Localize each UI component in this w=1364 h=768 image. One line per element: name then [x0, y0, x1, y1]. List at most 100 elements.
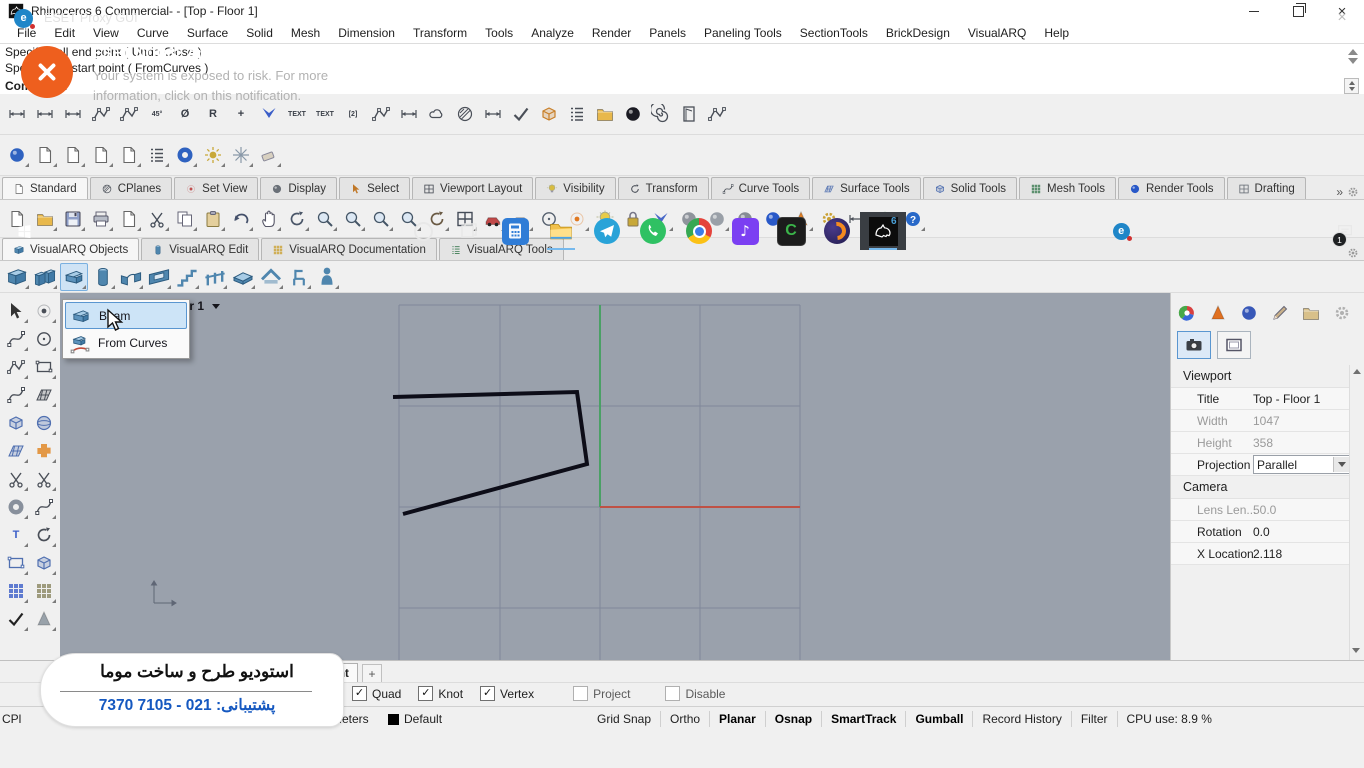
- leader-polyline-button[interactable]: [368, 101, 394, 127]
- command-spinner[interactable]: [1344, 78, 1359, 94]
- tab-render-tools[interactable]: Render Tools: [1118, 177, 1225, 199]
- layers-folder-icon[interactable]: [1301, 303, 1321, 323]
- status-grid-snap[interactable]: Grid Snap: [588, 711, 661, 727]
- hatch-button[interactable]: [452, 101, 478, 127]
- dim-aligned-button[interactable]: [32, 101, 58, 127]
- whatsapp-taskbar-button[interactable]: [630, 212, 676, 250]
- status-planar[interactable]: Planar: [710, 711, 766, 727]
- zoom-selected-button[interactable]: [368, 206, 394, 232]
- tag-blue-button[interactable]: [4, 142, 30, 168]
- notification-center-button[interactable]: 1: [1330, 212, 1360, 250]
- file-explorer-taskbar-button[interactable]: [538, 212, 584, 250]
- command-scrollbar[interactable]: [1346, 46, 1360, 76]
- text-tool-button[interactable]: T: [3, 522, 29, 548]
- dim-recenter-button[interactable]: [396, 101, 422, 127]
- blend-curve-button[interactable]: [31, 494, 57, 520]
- tag-arrow-button[interactable]: [60, 142, 86, 168]
- cortana-taskbar-button[interactable]: [400, 212, 446, 250]
- viewport-canvas[interactable]: or 1: [60, 293, 1170, 660]
- tab-visibility[interactable]: Visibility: [535, 177, 615, 199]
- box-tool-button[interactable]: [3, 410, 29, 436]
- prop-height-value[interactable]: 358: [1253, 436, 1351, 450]
- prop-projection-value[interactable]: Parallel: [1253, 455, 1351, 474]
- checkbox-icon[interactable]: ✓: [352, 686, 367, 701]
- sphere-tool-button[interactable]: [31, 410, 57, 436]
- save-file-button[interactable]: [60, 206, 86, 232]
- material-ball-icon[interactable]: [1239, 303, 1259, 323]
- checkbox-icon[interactable]: [573, 686, 588, 701]
- tag-plus-button[interactable]: [116, 142, 142, 168]
- new-viewport-tab-button[interactable]: +: [362, 664, 382, 683]
- osnap-project[interactable]: Project: [573, 686, 630, 701]
- tab-standard[interactable]: Standard: [2, 177, 88, 199]
- notification-close-button[interactable]: ×: [1332, 8, 1352, 28]
- properties-colorwheel-icon[interactable]: [1177, 303, 1197, 323]
- undo-button[interactable]: [228, 206, 254, 232]
- prop-x-location-value[interactable]: 2.118: [1253, 547, 1351, 561]
- tab-drafting[interactable]: Drafting: [1227, 177, 1306, 199]
- visualarq-panel-icon[interactable]: [1208, 303, 1228, 323]
- detail-list-button[interactable]: [564, 101, 590, 127]
- viewport-properties-button[interactable]: [1217, 331, 1251, 359]
- paste-button[interactable]: [200, 206, 226, 232]
- annotate-pencil-icon[interactable]: [1270, 303, 1290, 323]
- tab-curve-tools[interactable]: Curve Tools: [711, 177, 811, 199]
- checkbox-icon[interactable]: [665, 686, 680, 701]
- select-cursor-button[interactable]: [3, 298, 29, 324]
- patch-surface-button[interactable]: [3, 438, 29, 464]
- panel-gear-icon[interactable]: [1332, 303, 1352, 323]
- arc-tool-button[interactable]: [3, 354, 29, 380]
- tab-visualarq-edit[interactable]: VisualARQ Edit: [141, 238, 259, 260]
- circle-tool-button[interactable]: [31, 326, 57, 352]
- copy-button[interactable]: [172, 206, 198, 232]
- section-viewport[interactable]: Viewport: [1171, 365, 1351, 388]
- export-button[interactable]: [116, 206, 142, 232]
- cut-button[interactable]: [144, 206, 170, 232]
- checkbox-icon[interactable]: ✓: [480, 686, 495, 701]
- slab-button[interactable]: [230, 264, 256, 290]
- rhino-taskbar-button[interactable]: 6: [860, 212, 906, 250]
- section-camera[interactable]: Camera: [1171, 476, 1351, 499]
- rotate-view-button[interactable]: [284, 206, 310, 232]
- panel-scrollbar[interactable]: [1349, 365, 1363, 660]
- tab-select[interactable]: Select: [339, 177, 410, 199]
- toolbar-gear-icon[interactable]: [1346, 185, 1360, 199]
- circle-pair-button[interactable]: [3, 494, 29, 520]
- dropdown-item-from-curves[interactable]: From Curves: [65, 329, 187, 356]
- donut-blue-button[interactable]: [172, 142, 198, 168]
- checkbox-icon[interactable]: ✓: [418, 686, 433, 701]
- trim-tool-button[interactable]: [3, 466, 29, 492]
- status-smarttrack[interactable]: SmartTrack: [822, 711, 906, 727]
- status-ortho[interactable]: Ortho: [661, 711, 710, 727]
- control-point-curve-button[interactable]: [3, 326, 29, 352]
- tag-outline-2-button[interactable]: [88, 142, 114, 168]
- tab-set-view[interactable]: Set View: [174, 177, 258, 199]
- tab-cplanes[interactable]: CPlanes: [90, 177, 172, 199]
- mesh-primitives-button[interactable]: [31, 606, 57, 632]
- status-osnap[interactable]: Osnap: [766, 711, 822, 727]
- telegram-taskbar-button[interactable]: [584, 212, 630, 250]
- dim-linear-button[interactable]: [4, 101, 30, 127]
- tab-transform[interactable]: Transform: [618, 177, 709, 199]
- osnap-disable[interactable]: Disable: [665, 686, 725, 701]
- array-grid-button[interactable]: [3, 578, 29, 604]
- curtain-wall-button[interactable]: [32, 264, 58, 290]
- split-tool-button[interactable]: [31, 466, 57, 492]
- media-app-taskbar-button[interactable]: ♪: [722, 212, 768, 250]
- task-view-taskbar-button[interactable]: [446, 212, 492, 250]
- camera-properties-button[interactable]: [1177, 331, 1211, 359]
- dim-check-button[interactable]: [508, 101, 534, 127]
- pan-hand-button[interactable]: [256, 206, 282, 232]
- tab-viewport-layout[interactable]: Viewport Layout: [412, 177, 533, 199]
- status-record-history[interactable]: Record History: [973, 711, 1071, 727]
- prop-rotation-value[interactable]: 0.0: [1253, 525, 1351, 539]
- tab-surface-tools[interactable]: Surface Tools: [812, 177, 920, 199]
- zoom-dynamic-button[interactable]: [312, 206, 338, 232]
- window-button[interactable]: [146, 264, 172, 290]
- curve-fillet-button[interactable]: [3, 382, 29, 408]
- array-linear-button[interactable]: [31, 578, 57, 604]
- prop-title-value[interactable]: Top - Floor 1: [1253, 392, 1351, 406]
- prop-width-value[interactable]: 1047: [1253, 414, 1351, 428]
- tab-mesh-tools[interactable]: Mesh Tools: [1019, 177, 1116, 199]
- beam-button[interactable]: [60, 263, 88, 291]
